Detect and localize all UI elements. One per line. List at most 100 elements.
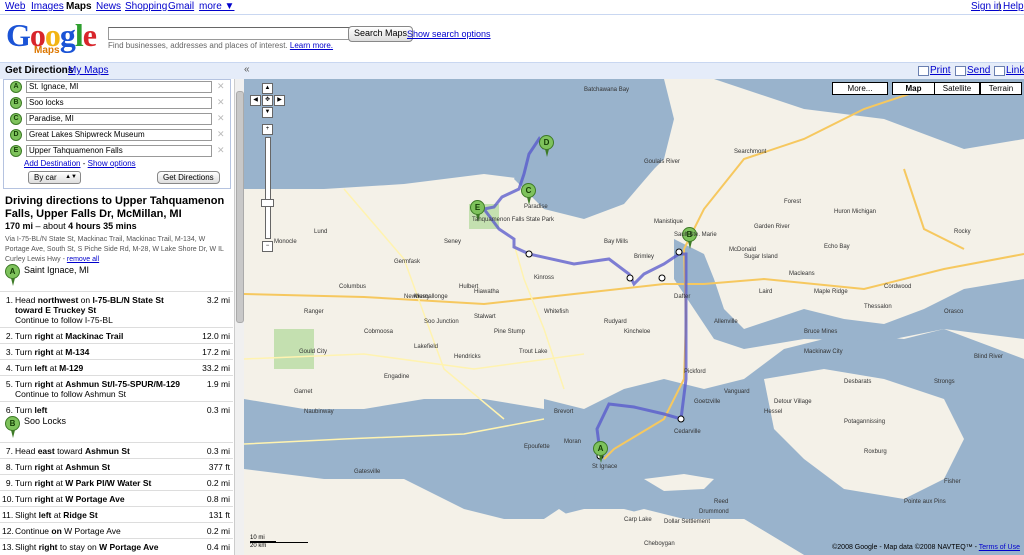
map-place-label: Pointe aux Pins [904,499,946,505]
search-maps-button[interactable]: Search Maps [348,26,414,42]
direction-step[interactable]: 9. Turn right at W Park Pl/W Water St 0.2 … [0,474,233,490]
map-type-satellite-button[interactable]: Satellite [934,82,980,95]
direction-step[interactable]: 1. Head northwest on I-75-BL/N State St t… [0,291,233,327]
direction-step[interactable]: 7. Head east toward Ashmun St 0.3 mi [0,442,233,458]
zoom-out-icon[interactable]: − [262,241,273,252]
remove-destination-icon[interactable]: ✕ [217,81,225,92]
destination-input-b[interactable]: Soo locks [26,97,212,109]
sign-in-link[interactable]: Sign in [971,1,1002,12]
get-directions-tab[interactable]: Get Directions [5,65,73,76]
direction-step[interactable]: 11. Slight left at Ridge St 131 ft [0,506,233,522]
send-link[interactable]: Send [967,65,990,76]
direction-step[interactable]: 12. Continue on W Portage Ave 0.2 mi [0,522,233,538]
map-place-label: Mackinaw City [804,349,843,355]
panel-scrollbar[interactable] [234,79,244,555]
direction-step[interactable]: 13. Slight right to stay on W Portage Ave… [0,538,233,554]
direction-step[interactable]: 8. Turn right at Ashmun St 377 ft [0,458,233,474]
marker-c-icon: C [10,113,22,125]
nav-link-news[interactable]: News [96,1,121,12]
direction-step[interactable]: 2. Turn right at Mackinac Trail 12.0 mi [0,327,233,343]
link-icon [994,66,1005,76]
travel-mode-select[interactable]: By car ▲▼ [28,171,81,184]
link-link[interactable]: Link [1006,65,1024,76]
step-number: 5. [5,379,13,389]
more-layers-button[interactable]: More... [832,82,888,95]
step-text: Turn left [15,405,48,415]
destination-input-d[interactable]: Great Lakes Shipwreck Museum [26,129,212,141]
remove-destination-icon[interactable]: ✕ [217,113,225,124]
map-place-label: Roxburg [864,449,887,455]
destination-input-c[interactable]: Paradise, MI [26,113,212,125]
show-options-link[interactable]: Show options [88,159,136,168]
google-maps-logo[interactable]: Google Maps [6,19,102,57]
show-search-options-link[interactable]: Show search options [407,29,491,39]
destination-row: D Great Lakes Shipwreck Museum ✕ [10,129,228,141]
pan-left-icon[interactable]: ◀ [250,95,261,106]
map-marker-e-icon[interactable]: E [470,200,485,222]
add-destination-link[interactable]: Add Destination [24,159,80,168]
nav-link-web[interactable]: Web [5,1,25,12]
marker-b-icon[interactable]: B [5,416,20,438]
maps-logo-label: Maps [34,45,60,56]
scrollbar-thumb[interactable] [236,91,244,323]
direction-step[interactable]: 5. Turn right at Ashmun St/I-75-SPUR/M-12… [0,375,233,401]
map-place-label: Soo Junction [424,319,459,325]
pan-down-icon[interactable]: ▼ [262,107,273,118]
direction-step[interactable]: 6. Turn left 0.3 mi [0,401,233,417]
remove-all-link[interactable]: remove all [67,256,99,263]
pan-right-icon[interactable]: ▶ [274,95,285,106]
step-distance: 1.9 mi [206,379,230,389]
map-marker-a-icon[interactable]: A [593,441,608,463]
search-input[interactable] [108,27,351,40]
zoom-slider-handle[interactable] [261,199,274,207]
map-place-label: Paradise [524,204,548,210]
direction-step[interactable]: 10. Turn right at W Portage Ave 0.8 mi [0,490,233,506]
direction-step[interactable]: 4. Turn left at M-129 33.2 mi [0,359,233,375]
map-type-map-button[interactable]: Map [892,82,935,95]
zoom-in-icon[interactable]: + [262,124,273,135]
step-distance: 0.3 mi [206,446,230,456]
nav-link-shopping[interactable]: Shopping [125,1,167,12]
remove-destination-icon[interactable]: ✕ [217,129,225,140]
print-link[interactable]: Print [930,65,951,76]
pan-up-icon[interactable]: ▲ [262,83,273,94]
destination-row: B Soo locks ✕ [10,97,228,109]
map-place-label: Dollar Settlement [664,519,711,525]
nav-link-maps[interactable]: Maps [66,1,92,12]
center-map-icon[interactable]: ✥ [262,95,273,106]
map-place-label: Brimley [634,254,655,260]
route-waypoint [658,274,666,282]
map-canvas[interactable]: More... Map Satellite Terrain ▲ ◀ ✥ ▶ ▼ … [244,79,1024,555]
learn-more-link[interactable]: Learn more. [290,41,333,50]
map-place-label: Cordwood [884,284,912,290]
map-type-terrain-button[interactable]: Terrain [980,82,1022,95]
map-place-label: Cedarville [674,429,701,435]
map-marker-c-icon[interactable]: C [521,183,536,205]
select-arrows-icon: ▲▼ [65,174,77,180]
direction-step[interactable]: 3. Turn right at M-134 17.2 mi [0,343,233,359]
get-directions-button[interactable]: Get Directions [157,171,220,184]
nav-link-gmail[interactable]: Gmail [168,1,194,12]
nav-link-images[interactable]: Images [31,1,64,12]
destination-input-e[interactable]: Upper Tahquamenon Falls [26,145,212,157]
step-number: 10. [2,494,14,504]
map-place-label: Huron Michigan [834,209,877,215]
terms-of-use-link[interactable]: Terms of Use [979,544,1020,551]
remove-destination-icon[interactable]: ✕ [217,97,225,108]
marker-a-icon[interactable]: A [5,264,20,286]
zoom-slider-track[interactable] [265,137,271,239]
map-marker-d-icon[interactable]: D [539,135,554,157]
map-place-label: Sugar Island [744,254,778,260]
map-place-label: Trout Lake [519,349,548,355]
my-maps-tab[interactable]: My Maps [68,65,109,76]
destination-input-a[interactable]: St. Ignace, MI [26,81,212,93]
help-link[interactable]: Help [1003,1,1024,12]
map-place-label: Garnet [294,389,313,395]
marker-d-icon: D [10,129,22,141]
map-place-label: Garden River [754,224,790,230]
collapse-panel-button[interactable]: « [244,64,250,75]
destinations-form: A St. Ignace, MI ✕ B Soo locks ✕ C Parad… [3,79,231,189]
remove-destination-icon[interactable]: ✕ [217,145,225,156]
nav-link-more[interactable]: more ▼ [199,1,234,12]
route-waypoint [677,415,685,423]
